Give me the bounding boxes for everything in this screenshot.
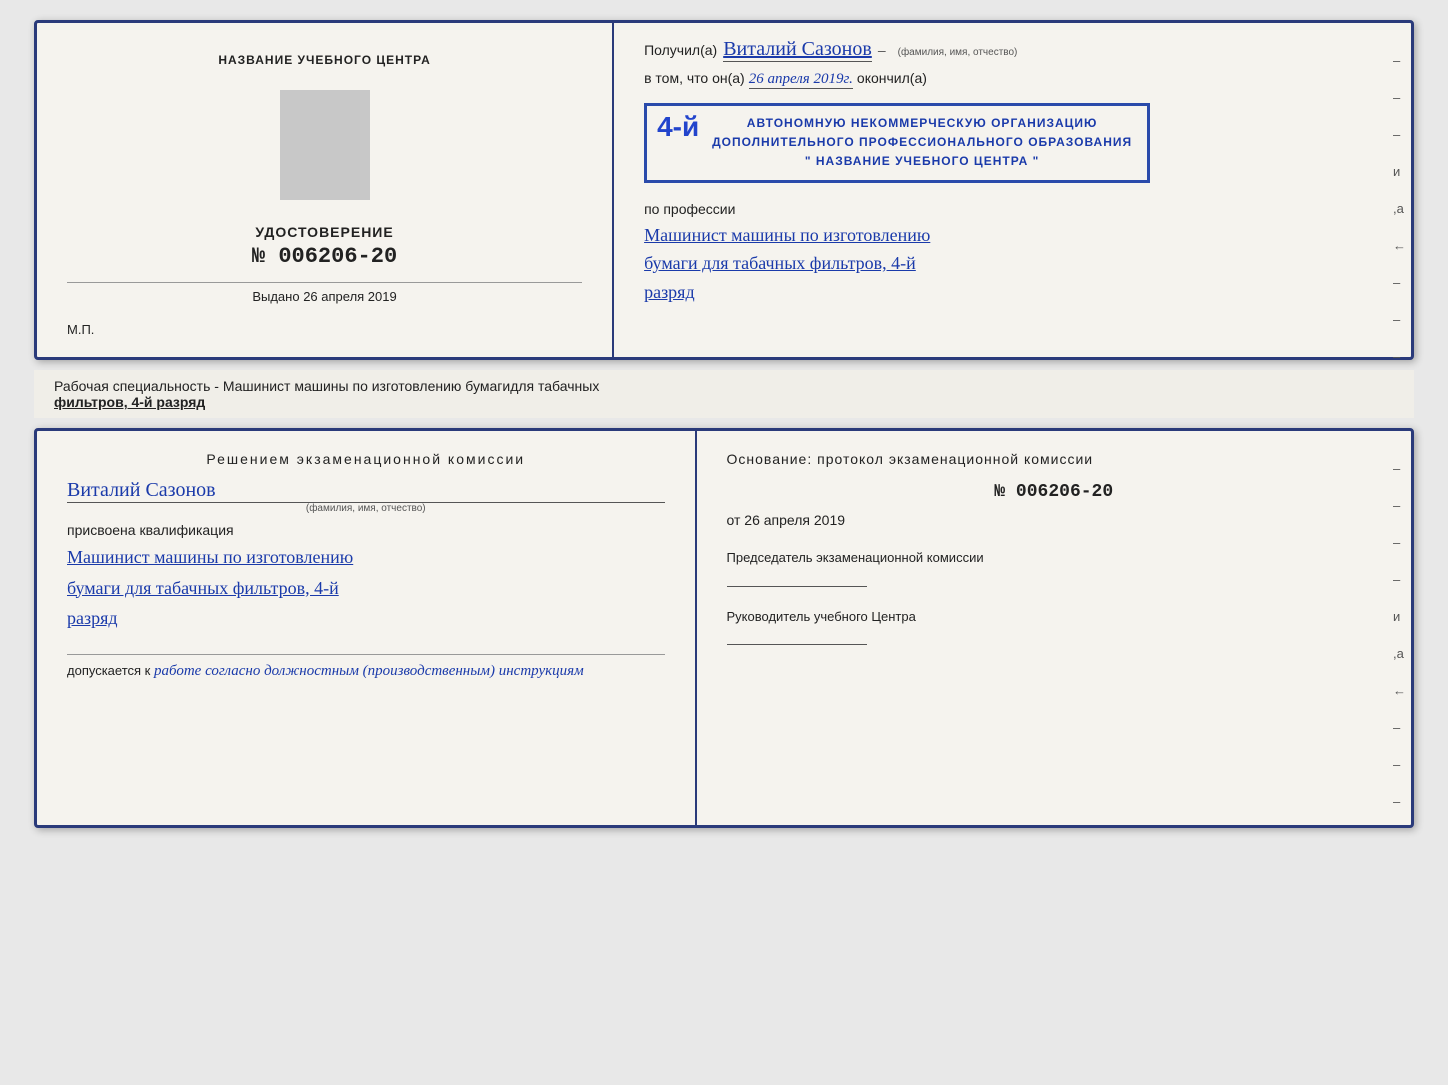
vydano-line: Выдано 26 апреля 2019 xyxy=(67,282,582,304)
poluchil-line: Получил(а) Виталий Сазонов – (фамилия, и… xyxy=(644,38,1386,62)
vtom-date: 26 апреля 2019г. xyxy=(749,71,853,89)
center-name-top: НАЗВАНИЕ УЧЕБНОГО ЦЕНТРА xyxy=(218,53,430,67)
vydano-date: 26 апреля 2019 xyxy=(303,289,397,304)
stamp-line2: ДОПОЛНИТЕЛЬНОГО ПРОФЕССИОНАЛЬНОГО ОБРАЗО… xyxy=(712,133,1132,152)
osnovanie-title: Основание: протокол экзаменационной коми… xyxy=(727,451,1381,467)
qual-line1: Машинист машины по изготовлению xyxy=(67,542,665,573)
ot-date-value: 26 апреля 2019 xyxy=(744,512,845,528)
specialty-prefix: Рабочая специальность - Машинист машины … xyxy=(54,378,599,394)
udostoverenie-title: УДОСТОВЕРЕНИЕ xyxy=(252,224,397,240)
po-professii-label: по профессии xyxy=(644,201,1386,217)
protocol-number: № 006206-20 xyxy=(727,482,1381,502)
fio-label-top: (фамилия, имя, отчество) xyxy=(898,47,1018,58)
predsedatel-signature-line xyxy=(727,586,867,587)
specialty-underlined: фильтров, 4-й разряд xyxy=(54,394,205,410)
cert-right-panel: Получил(а) Виталий Сазонов – (фамилия, и… xyxy=(614,23,1411,357)
profession-line3: разряд xyxy=(644,278,1386,307)
rukovoditel-signature-line xyxy=(727,644,867,645)
bottom-left-panel: Решением экзаменационной комиссии Витали… xyxy=(37,431,697,825)
cert-left-panel: НАЗВАНИЕ УЧЕБНОГО ЦЕНТРА УДОСТОВЕРЕНИЕ №… xyxy=(37,23,614,357)
ot-prefix: от xyxy=(727,512,741,528)
qual-line2: бумаги для табачных фильтров, 4-й xyxy=(67,573,665,604)
document-container: НАЗВАНИЕ УЧЕБНОГО ЦЕНТРА УДОСТОВЕРЕНИЕ №… xyxy=(34,20,1414,828)
profession-line2: бумаги для табачных фильтров, 4-й xyxy=(644,249,1386,278)
vtom-line: в том, что он(а) 26 апреля 2019г. окончи… xyxy=(644,70,1386,89)
rukovoditel-block: Руководитель учебного Центра xyxy=(727,607,1381,646)
predsedatel-block: Председатель экзаменационной комиссии xyxy=(727,548,1381,587)
bottom-right-panel: Основание: протокол экзаменационной коми… xyxy=(697,431,1411,825)
mp-label: М.П. xyxy=(67,322,94,337)
predsedatel-label: Председатель экзаменационной комиссии xyxy=(727,548,1381,568)
rukovoditel-label: Руководитель учебного Центра xyxy=(727,607,1381,627)
dash-right: – xyxy=(878,42,886,58)
stamp-block: 4-й АВТОНОМНУЮ НЕКОММЕРЧЕСКУЮ ОРГАНИЗАЦИ… xyxy=(644,103,1150,183)
specialty-text: Рабочая специальность - Машинист машины … xyxy=(34,370,1414,418)
prisvoena-text: присвоена квалификация xyxy=(67,522,665,538)
photo-placeholder xyxy=(280,90,370,200)
top-certificate: НАЗВАНИЕ УЧЕБНОГО ЦЕНТРА УДОСТОВЕРЕНИЕ №… xyxy=(34,20,1414,360)
udostoverenie-number: № 006206-20 xyxy=(252,244,397,269)
okonchil-text: окончил(а) xyxy=(857,70,927,86)
dopusk-text: работе согласно должностным (производств… xyxy=(154,663,584,679)
dopusk-prefix: допускается к xyxy=(67,663,150,678)
recipient-name: Виталий Сазонов xyxy=(723,38,872,62)
stamp-line3: " НАЗВАНИЕ УЧЕБНОГО ЦЕНТРА " xyxy=(712,152,1132,171)
bl-name-block: Виталий Сазонов (фамилия, имя, отчество) xyxy=(67,479,665,514)
vtom-prefix: в том, что он(а) xyxy=(644,70,745,86)
bl-fio-label: (фамилия, имя, отчество) xyxy=(67,503,665,514)
right-dashes: – – – и ,а ← – – – xyxy=(1393,53,1406,364)
profession-line1: Машинист машины по изготовлению xyxy=(644,221,1386,250)
ot-date: от 26 апреля 2019 xyxy=(727,512,1381,528)
reshenie-title: Решением экзаменационной комиссии xyxy=(67,451,665,467)
stamp-line1: АВТОНОМНУЮ НЕКОММЕРЧЕСКУЮ ОРГАНИЗАЦИЮ xyxy=(712,114,1132,133)
bl-name: Виталий Сазонов xyxy=(67,479,665,503)
vydano-label: Выдано xyxy=(252,289,299,304)
br-dashes: – – – – и ,а ← – – – xyxy=(1393,461,1406,809)
poluchil-label: Получил(а) xyxy=(644,42,717,58)
udostoverenie-block: УДОСТОВЕРЕНИЕ № 006206-20 xyxy=(252,224,397,269)
bottom-certificate: Решением экзаменационной комиссии Витали… xyxy=(34,428,1414,828)
qual-line3: разряд xyxy=(67,603,665,634)
stamp-number: 4-й xyxy=(657,111,699,143)
dopuskaetsya-block: допускается к работе согласно должностны… xyxy=(67,654,665,680)
